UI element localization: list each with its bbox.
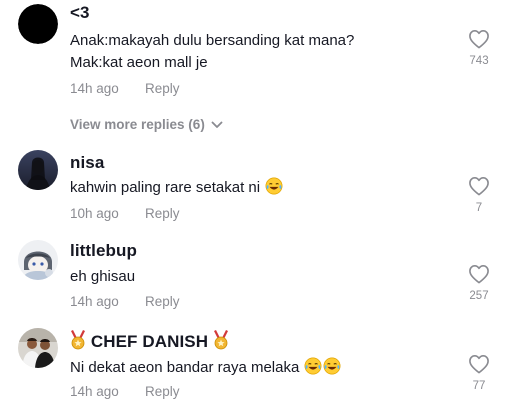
medal-icon — [213, 330, 229, 350]
like-count: 77 — [472, 380, 486, 392]
comment-timestamp: 14h ago — [70, 81, 119, 96]
comment-text: Ni dekat aeon bandar raya melaka — [70, 357, 341, 376]
like-count: 257 — [469, 290, 489, 302]
comment-text-content: Ni dekat aeon bandar raya melaka — [70, 359, 300, 376]
avatar[interactable] — [18, 240, 58, 280]
avatar[interactable] — [18, 328, 58, 368]
comment-timestamp: 10h ago — [70, 206, 119, 221]
comment-username[interactable]: nisa — [70, 153, 104, 173]
view-more-replies-button[interactable]: View more replies (6) — [70, 117, 223, 132]
reply-button[interactable]: Reply — [145, 294, 180, 309]
comment-username[interactable]: CHEF DANISH — [70, 330, 229, 352]
reply-button[interactable]: Reply — [145, 384, 180, 399]
like-count: 743 — [469, 55, 489, 67]
heart-icon[interactable] — [468, 354, 490, 374]
view-more-replies-label: View more replies (6) — [70, 117, 205, 132]
comment-text: Anak:makayah dulu bersanding kat mana? — [70, 32, 355, 49]
medal-icon — [70, 330, 86, 350]
avatar[interactable] — [18, 150, 58, 190]
avatar[interactable] — [18, 4, 58, 44]
chevron-down-icon — [211, 121, 223, 129]
comment-text: eh ghisau — [70, 268, 136, 285]
comment-text: Mak:kat aeon mall je — [70, 54, 208, 71]
laughing-tears-emoji — [323, 357, 341, 375]
comment-text-content: kahwin paling rare setakat ni — [70, 179, 261, 196]
comment-username[interactable]: <3 — [70, 3, 90, 23]
laughing-tears-emoji — [304, 357, 322, 375]
heart-icon[interactable] — [468, 176, 490, 196]
comment-text: kahwin paling rare setakat ni — [70, 177, 283, 196]
comment-username-text: CHEF DANISH — [90, 332, 209, 351]
laughing-tears-emoji — [265, 177, 283, 195]
comment-username[interactable]: littlebup — [70, 241, 137, 261]
comment-timestamp: 14h ago — [70, 384, 119, 399]
heart-icon[interactable] — [468, 264, 490, 284]
reply-button[interactable]: Reply — [145, 206, 180, 221]
like-count: 7 — [475, 202, 483, 214]
heart-icon[interactable] — [468, 29, 490, 49]
comment-timestamp: 14h ago — [70, 294, 119, 309]
reply-button[interactable]: Reply — [145, 81, 180, 96]
